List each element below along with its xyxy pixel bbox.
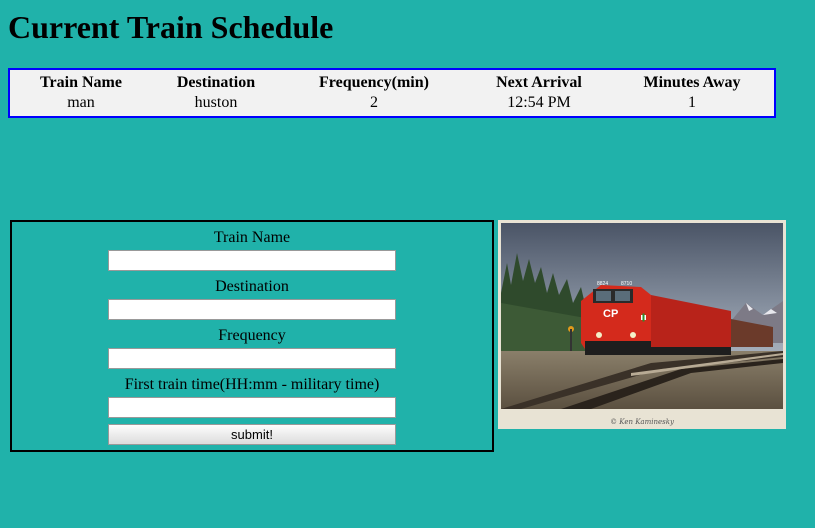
page-title: Current Train Schedule <box>8 9 334 45</box>
train-illustration: CP 8824 8710 <box>501 223 783 409</box>
first-train-time-input[interactable] <box>108 397 396 418</box>
column-header-train-name: Train Name <box>40 74 122 91</box>
train-photo: CP 8824 8710 © Ken Kaminesky <box>498 220 786 429</box>
destination-input[interactable] <box>108 299 396 320</box>
schedule-table-panel: Train Name Destination Frequency(min) Ne… <box>8 68 776 118</box>
photo-caption: © Ken Kaminesky <box>610 418 674 426</box>
train-name-label: Train Name <box>213 229 291 246</box>
signal-post <box>570 329 572 351</box>
cell-next-arrival: 12:54 PM <box>507 94 571 111</box>
column-header-minutes-away: Minutes Away <box>643 74 741 91</box>
first-train-time-label: First train time(HH:mm - military time) <box>124 376 380 393</box>
table-header-row: Train Name Destination Frequency(min) Ne… <box>10 70 774 93</box>
locomotive-number-right: 8710 <box>621 281 632 287</box>
column-header-next-arrival: Next Arrival <box>496 74 582 91</box>
column-header-frequency: Frequency(min) <box>319 74 429 91</box>
cp-logo: CP <box>603 308 618 320</box>
column-header-destination: Destination <box>176 74 256 91</box>
frequency-input[interactable] <box>108 348 396 369</box>
destination-label: Destination <box>215 278 289 295</box>
frequency-label: Frequency <box>218 327 286 344</box>
cell-destination: huston <box>194 94 238 111</box>
submit-button[interactable]: submit! <box>108 424 396 445</box>
train-name-input[interactable] <box>108 250 396 271</box>
schedule-table: Train Name Destination Frequency(min) Ne… <box>10 70 774 113</box>
add-train-form: Train Name Destination Frequency First t… <box>10 220 494 452</box>
cell-frequency: 2 <box>370 94 378 111</box>
table-row: man huston 2 12:54 PM 1 <box>10 93 774 113</box>
cell-train-name: man <box>67 94 95 111</box>
locomotive-number-left: 8824 <box>597 281 608 287</box>
cell-minutes-away: 1 <box>688 94 696 111</box>
